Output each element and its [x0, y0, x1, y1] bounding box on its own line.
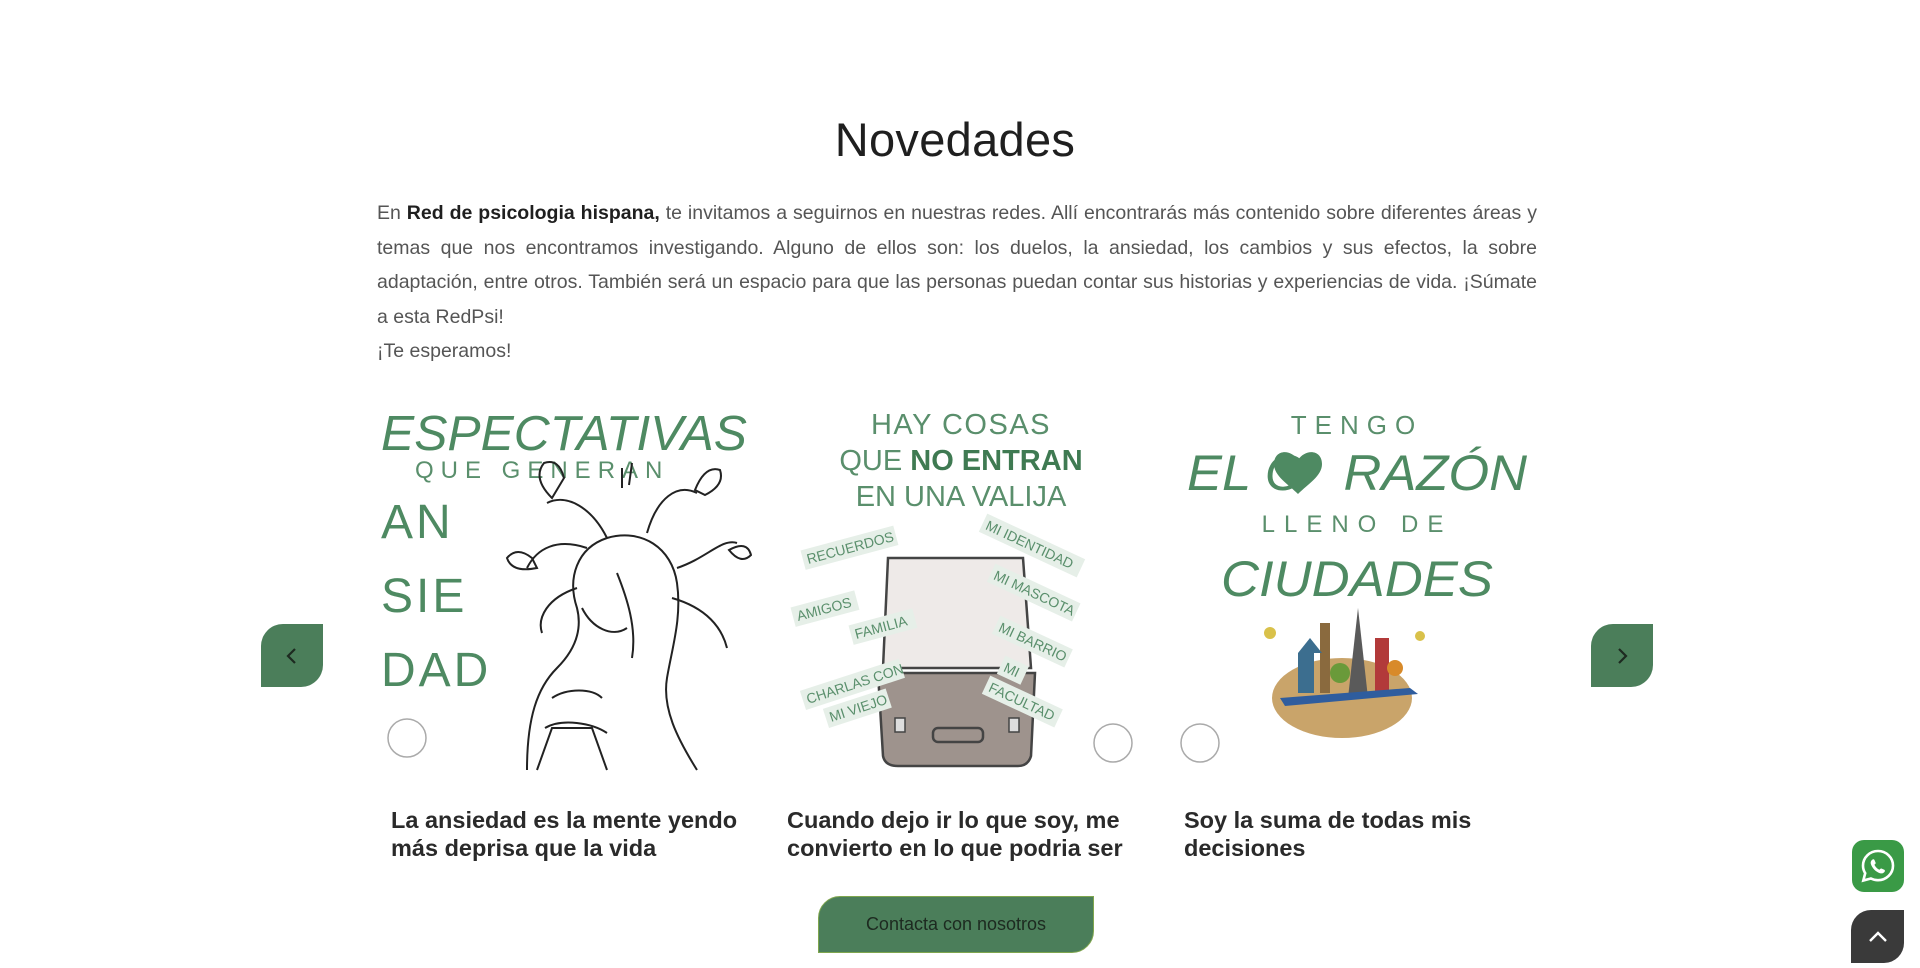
section-title: Novedades — [834, 113, 1076, 166]
slider-next-button[interactable] — [1591, 624, 1653, 687]
art-text: LLENO DE — [1262, 511, 1453, 538]
art-text: QUE NO ENTRAN — [839, 445, 1082, 477]
art-text-part: RAZÓN — [1343, 445, 1527, 501]
landmarks-illustration — [1264, 608, 1425, 738]
chevron-left-icon — [286, 647, 296, 664]
art-text: DAD — [381, 644, 491, 697]
art-text: EN UNA VALIJA — [856, 481, 1067, 513]
contact-button[interactable]: Contacta con nosotros — [818, 896, 1094, 953]
chevron-right-icon — [1618, 647, 1628, 664]
art-text: HAY COSAS — [871, 409, 1051, 441]
card-image-suitcase[interactable]: HAY COSAS QUE NO ENTRAN EN UNA VALIJA RE… — [773, 398, 1148, 773]
news-card[interactable]: HAY COSAS QUE NO ENTRAN EN UNA VALIJA RE… — [773, 398, 1148, 861]
globe-logo-icon — [1093, 723, 1133, 763]
card-title[interactable]: Soy la suma de todas mis decisiones — [1184, 806, 1534, 862]
intro-text: En Red de psicologia hispana, te invitam… — [377, 196, 1537, 369]
news-card[interactable]: TENGO EL C ORAZÓN LLENO DE CIUDADES Soy l… — [1170, 398, 1545, 861]
card-title[interactable]: La ansiedad es la mente yendo más depris… — [391, 806, 741, 862]
chevron-up-icon — [1868, 930, 1887, 942]
art-text: TENGO — [1291, 410, 1423, 440]
art-text: ESPECTATIVAS — [381, 407, 747, 461]
art-text: CIUDADES — [1221, 551, 1493, 607]
card-image-cities[interactable]: TENGO EL C ORAZÓN LLENO DE CIUDADES — [1170, 398, 1545, 773]
globe-logo-icon — [1180, 723, 1220, 763]
intro-closing: ¡Te esperamos! — [377, 340, 512, 363]
art-text: SIE — [381, 570, 467, 623]
brand-name: Red de psicologia hispana, — [406, 202, 660, 224]
art-text-part: QUE — [839, 445, 910, 477]
whatsapp-button[interactable] — [1852, 840, 1904, 892]
slider-prev-button[interactable] — [261, 624, 323, 687]
art-tag: AMIGOS — [795, 594, 853, 624]
intro-prefix: En — [377, 202, 407, 224]
art-text: EL C ORAZÓN — [1187, 445, 1528, 501]
art-text-emphasis: NO ENTRAN — [910, 445, 1082, 477]
card-image-anxiety[interactable]: ESPECTATIVAS QUE GENERAN AN SIE DAD — [377, 398, 752, 773]
back-to-top-button[interactable] — [1851, 910, 1904, 963]
whatsapp-icon — [1861, 849, 1895, 883]
news-card[interactable]: ESPECTATIVAS QUE GENERAN AN SIE DAD La a… — [377, 398, 752, 861]
art-text: AN — [381, 496, 454, 549]
card-title[interactable]: Cuando dejo ir lo que soy, me convierto … — [787, 806, 1137, 862]
anxious-woman-illustration — [505, 461, 752, 771]
globe-logo-icon — [387, 718, 427, 758]
